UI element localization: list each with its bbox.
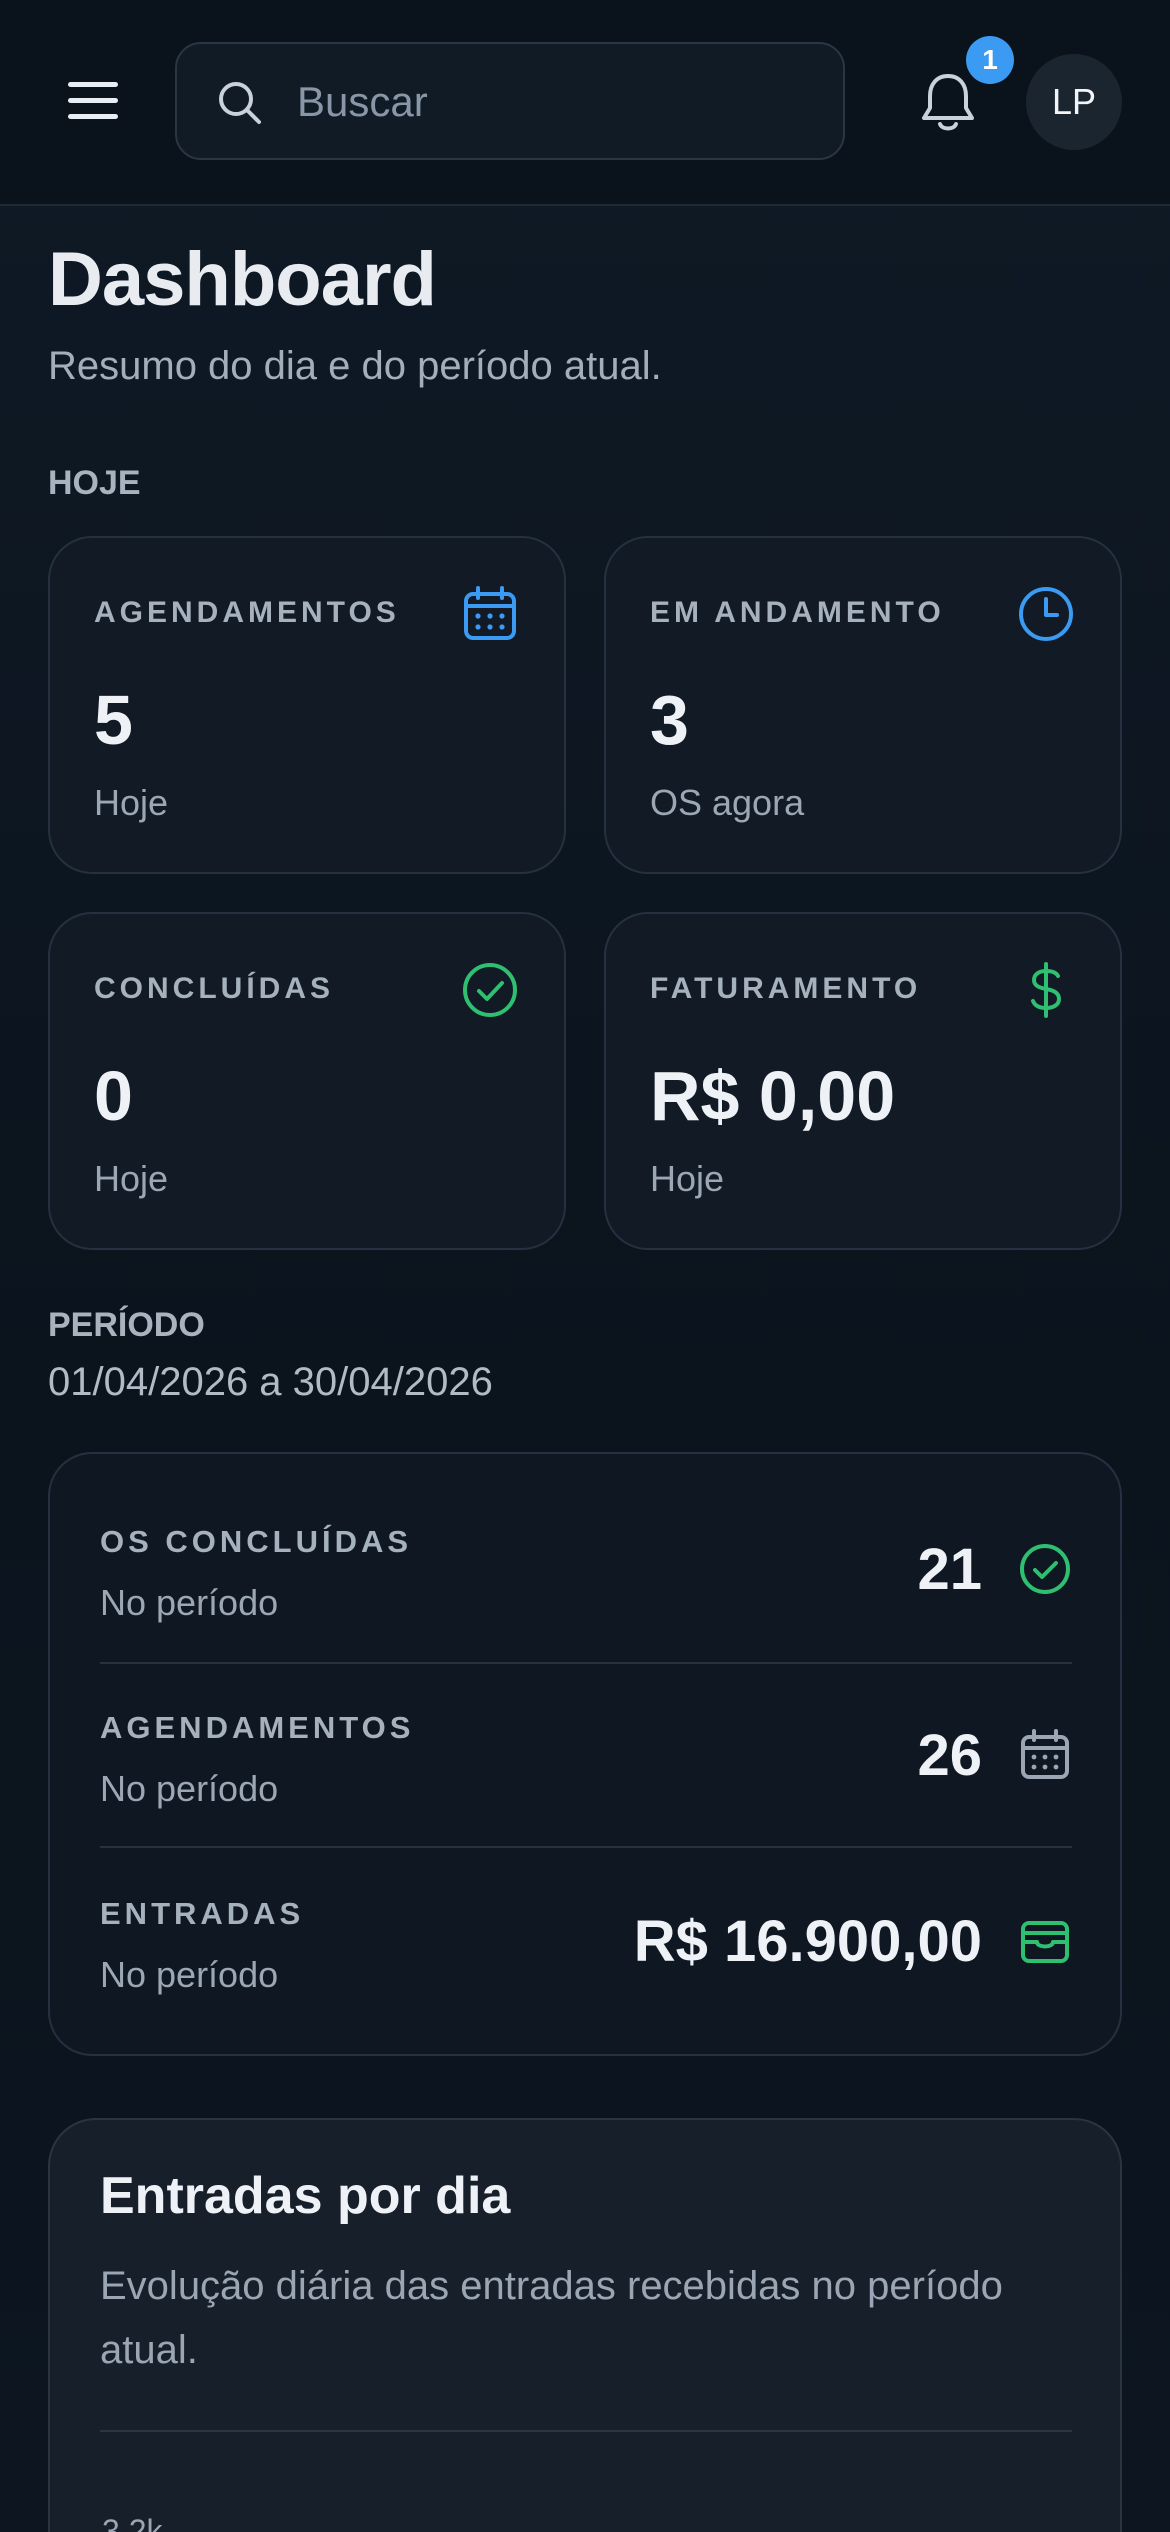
stat-card-faturamento[interactable]: FATURAMENTO R$ 0,00 Hoje	[604, 912, 1122, 1250]
stat-card-em-andamento[interactable]: EM ANDAMENTO 3 OS agora	[604, 536, 1122, 874]
chart-card-entradas-por-dia: Entradas por dia Evolução diária das ent…	[48, 2118, 1122, 2532]
page-subtitle: Resumo do dia e do período atual.	[48, 344, 662, 388]
period-row-sub: No período	[100, 1954, 279, 1995]
stat-card-label: EM ANDAMENTO	[650, 596, 945, 629]
check-circle-icon	[463, 963, 517, 1017]
period-row-os-concluidas[interactable]: OS CONCLUÍDAS No período 21	[100, 1454, 1072, 1634]
period-summary-card: OS CONCLUÍDAS No período 21 AGENDAMENTOS…	[48, 1452, 1122, 2056]
line-chart: 3,2k	[102, 2513, 163, 2532]
calendar-icon	[1021, 1729, 1069, 1779]
period-row-label: AGENDAMENTOS	[100, 1710, 415, 1745]
stat-card-sub: Hoje	[94, 1158, 169, 1199]
stat-card-label: AGENDAMENTOS	[94, 596, 400, 629]
divider	[100, 2430, 1072, 2432]
stat-card-value: 0	[94, 1057, 133, 1135]
period-row-sub: No período	[100, 1768, 279, 1809]
stat-card-agendamentos[interactable]: AGENDAMENTOS 5 Hoje	[48, 536, 566, 874]
notification-badge: 1	[966, 36, 1014, 84]
dollar-icon	[1031, 962, 1062, 1018]
clock-icon	[1019, 587, 1073, 641]
period-row-agendamentos[interactable]: AGENDAMENTOS No período 26	[100, 1640, 1072, 1820]
stat-card-sub: Hoje	[94, 782, 169, 823]
bell-icon[interactable]	[918, 70, 978, 134]
dashboard-page: 1 LP Dashboard Resumo do dia e do períod…	[0, 0, 1170, 2532]
stat-card-label: FATURAMENTO	[650, 972, 922, 1005]
period-row-label: OS CONCLUÍDAS	[100, 1524, 413, 1559]
period-range: 01/04/2026 a 30/04/2026	[48, 1360, 493, 1404]
calendar-icon	[464, 586, 516, 640]
period-row-entradas[interactable]: ENTRADAS No período R$ 16.900,00	[100, 1826, 1072, 2006]
stat-card-label: CONCLUÍDAS	[94, 972, 334, 1005]
stat-card-sub: OS agora	[650, 782, 805, 823]
stat-card-concluidas[interactable]: CONCLUÍDAS 0 Hoje	[48, 912, 566, 1250]
wallet-icon	[1021, 1921, 1069, 1963]
period-row-sub: No período	[100, 1582, 279, 1623]
top-bar: 1 LP	[0, 0, 1170, 206]
period-row-value: R$ 16.900,00	[633, 1909, 982, 1974]
search-box[interactable]	[175, 42, 845, 160]
stat-card-value: 3	[650, 681, 689, 759]
search-icon	[219, 82, 261, 124]
page-title: Dashboard	[48, 237, 437, 322]
period-row-value: 21	[917, 1537, 982, 1602]
stat-card-value: 5	[94, 681, 133, 759]
chart-title: Entradas por dia	[100, 2167, 511, 2225]
search-input[interactable]	[297, 66, 817, 138]
avatar[interactable]: LP	[1026, 54, 1122, 150]
period-row-label: ENTRADAS	[100, 1896, 305, 1931]
chart-description: Evolução diária das entradas recebidas n…	[100, 2264, 1003, 2372]
section-label-today: HOJE	[48, 464, 141, 502]
check-circle-icon	[1020, 1544, 1070, 1594]
y-tick-label: 3,2k	[102, 2513, 163, 2532]
period-row-value: 26	[917, 1723, 982, 1788]
section-label-period: PERÍODO	[48, 1306, 205, 1344]
hamburger-menu-icon[interactable]	[62, 76, 124, 126]
stat-card-value: R$ 0,00	[650, 1057, 896, 1135]
stat-card-sub: Hoje	[650, 1158, 725, 1199]
